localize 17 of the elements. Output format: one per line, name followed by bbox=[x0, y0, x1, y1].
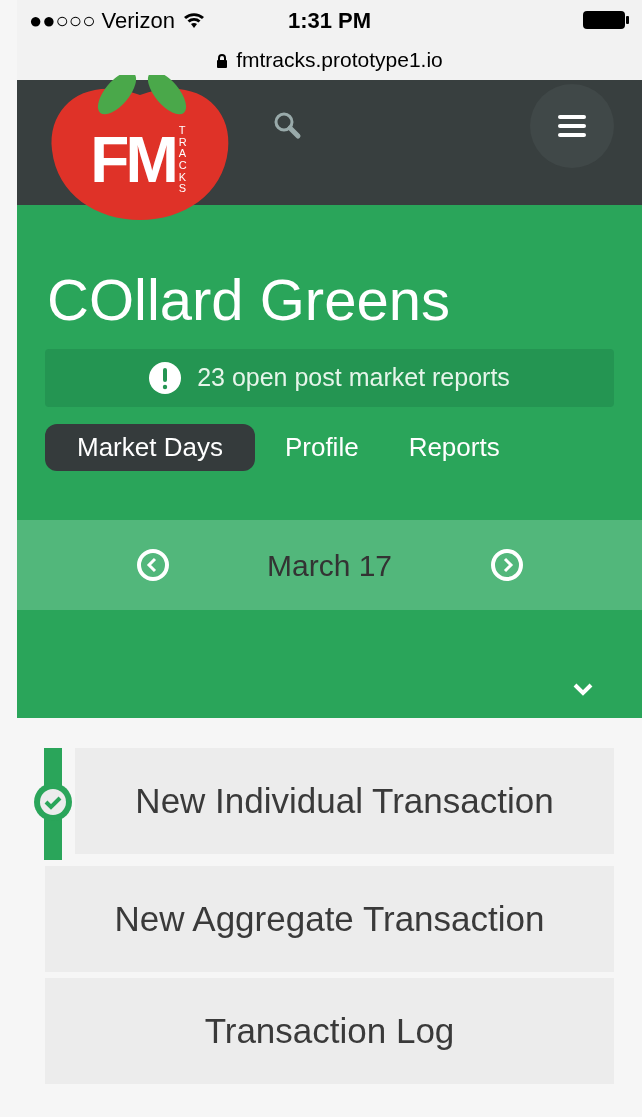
menu-icon bbox=[558, 115, 586, 137]
next-icon[interactable] bbox=[489, 548, 524, 582]
carrier-label: ●●○○○ Verizon bbox=[29, 6, 175, 35]
previous-icon[interactable] bbox=[135, 548, 170, 582]
action-item[interactable]: Transaction Log bbox=[45, 978, 614, 1084]
action-item[interactable]: New Aggregate Transaction bbox=[45, 866, 614, 972]
wifi-icon bbox=[182, 11, 205, 29]
time-label: 1:31 PM bbox=[287, 6, 372, 35]
exclamation-icon bbox=[149, 362, 182, 394]
chevron-down-icon[interactable] bbox=[572, 682, 594, 696]
tab[interactable]: Market Days bbox=[45, 424, 255, 471]
date-label: March 17 bbox=[265, 547, 394, 584]
action-item[interactable]: New Individual Transaction bbox=[75, 748, 614, 854]
battery-icon bbox=[582, 10, 630, 30]
page-title: COllard Greens bbox=[47, 271, 451, 329]
lock-icon bbox=[216, 52, 229, 68]
alert-text: 23 open post market reports bbox=[197, 362, 510, 394]
